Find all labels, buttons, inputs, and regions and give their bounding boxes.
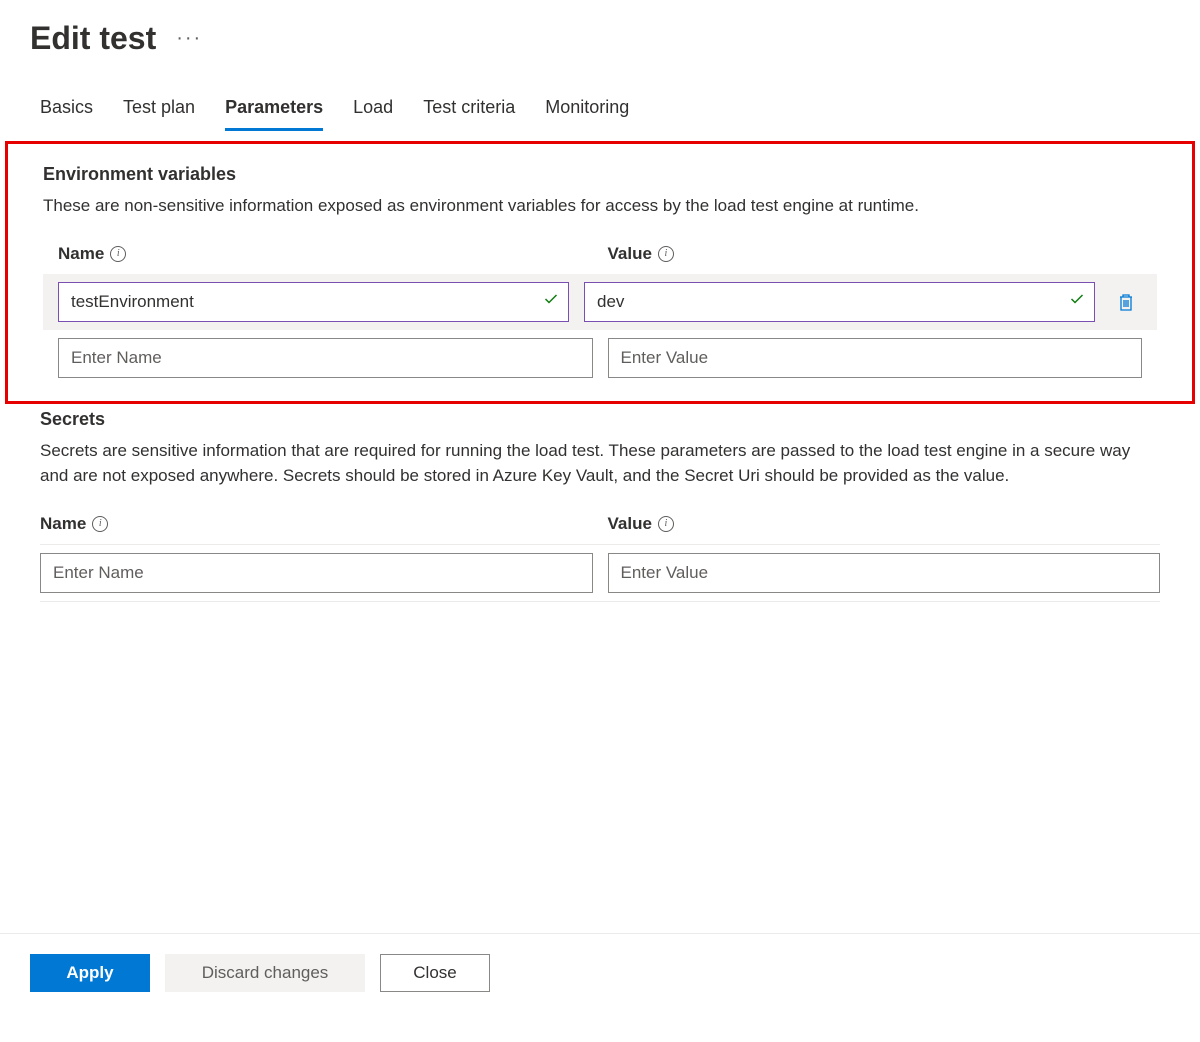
tab-monitoring[interactable]: Monitoring [545,97,629,131]
secrets-name-header-label: Name [40,514,86,534]
secrets-row-empty [40,544,1160,602]
delete-row-button[interactable] [1110,286,1142,318]
tab-load[interactable]: Load [353,97,393,131]
env-variables-section: Environment variables These are non-sens… [5,141,1195,404]
check-icon [543,291,559,312]
trash-icon [1117,292,1135,312]
secrets-value-input-empty[interactable] [608,553,1161,593]
env-desc: These are non-sensitive information expo… [43,193,1157,219]
footer-actions: Apply Discard changes Close [0,933,1200,1012]
info-icon[interactable]: i [658,516,674,532]
discard-button[interactable]: Discard changes [165,954,365,992]
tab-test-plan[interactable]: Test plan [123,97,195,131]
close-button[interactable]: Close [380,954,490,992]
env-value-header-label: Value [608,244,652,264]
info-icon[interactable]: i [92,516,108,532]
apply-button[interactable]: Apply [30,954,150,992]
secrets-value-header-label: Value [608,514,652,534]
page-title: Edit test [30,20,156,57]
env-value-header: Value i [608,244,1143,264]
tab-bar: Basics Test plan Parameters Load Test cr… [0,67,1200,131]
tab-test-criteria[interactable]: Test criteria [423,97,515,131]
secrets-name-input-empty[interactable] [40,553,593,593]
more-actions-icon[interactable]: ··· [176,27,202,50]
env-row [43,274,1157,330]
env-row-empty [43,330,1157,386]
check-icon [1069,291,1085,312]
env-value-input[interactable] [584,282,1095,322]
env-name-input-empty[interactable] [58,338,593,378]
secrets-section: Secrets Secrets are sensitive informatio… [0,409,1200,617]
tab-basics[interactable]: Basics [40,97,93,131]
env-name-header: Name i [58,244,593,264]
env-title: Environment variables [43,164,1157,185]
env-name-input[interactable] [58,282,569,322]
secrets-name-header: Name i [40,514,593,534]
secrets-title: Secrets [40,409,1160,430]
info-icon[interactable]: i [658,246,674,262]
info-icon[interactable]: i [110,246,126,262]
env-name-header-label: Name [58,244,104,264]
secrets-desc: Secrets are sensitive information that a… [40,438,1160,489]
env-value-input-empty[interactable] [608,338,1143,378]
secrets-value-header: Value i [608,514,1161,534]
tab-parameters[interactable]: Parameters [225,97,323,131]
